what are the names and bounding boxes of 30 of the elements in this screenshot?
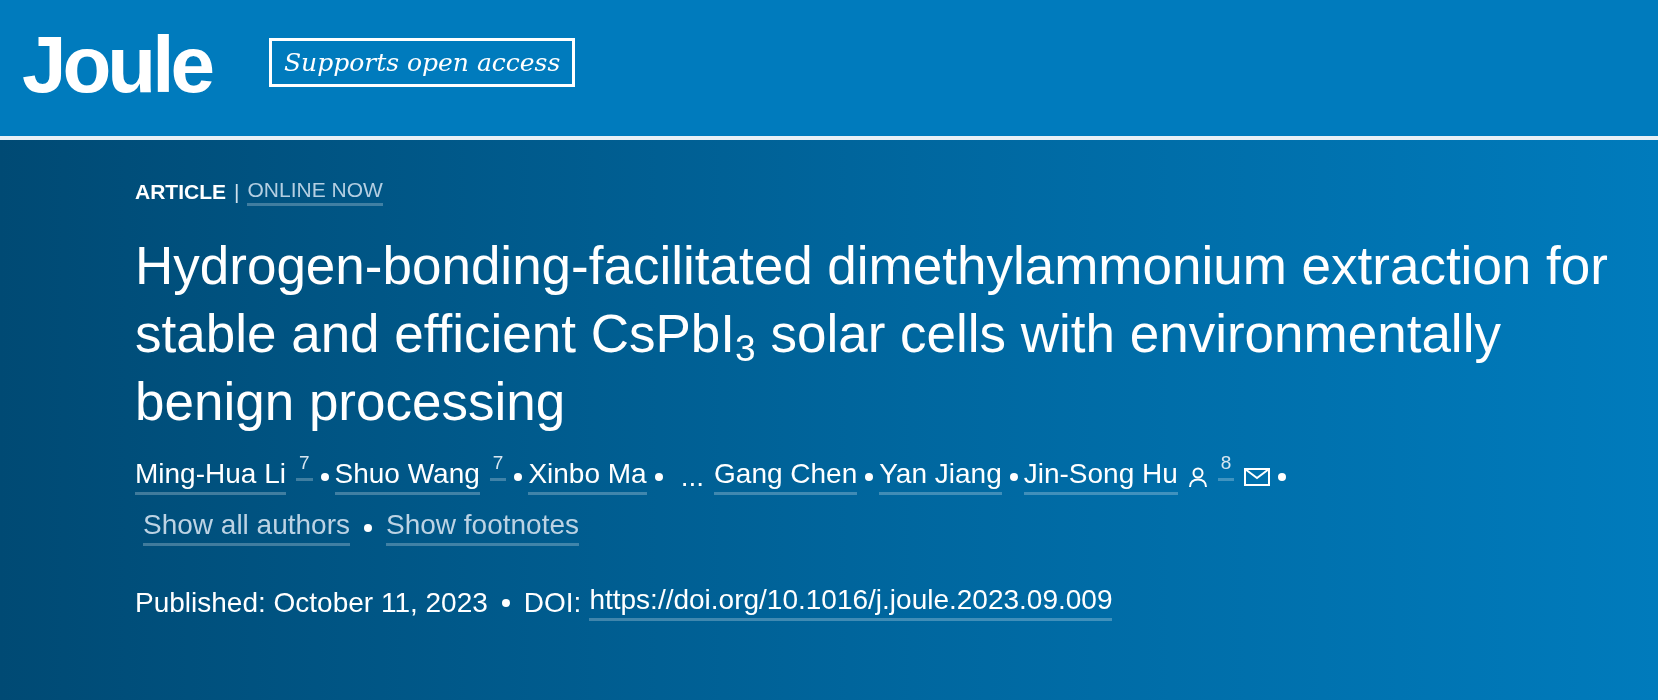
bullet-icon	[1278, 472, 1287, 481]
published-date: Published: October 11, 2023	[135, 586, 488, 619]
show-link[interactable]: Show footnotes	[386, 509, 580, 546]
bullet-icon	[1009, 472, 1018, 481]
author-link[interactable]: Yan Jiang	[879, 458, 1002, 495]
bullet-icon	[654, 472, 663, 481]
journal-logo[interactable]: Joule	[22, 25, 211, 105]
doi-label: DOI:	[523, 586, 582, 619]
show-link[interactable]: Show all authors	[143, 509, 350, 546]
footnote-link[interactable]: 8	[1217, 452, 1235, 481]
article-title: Hydrogen-bonding-facilitated dimethylammonium extraction for stable and efficient CsPbI$_{3}$ solar cells with environmentally benign processing	[135, 235, 1609, 433]
author-link[interactable]: Xinbo Ma	[528, 458, 647, 495]
author-link[interactable]: Jin-Song Hu	[1023, 458, 1178, 495]
bullet-icon	[320, 472, 329, 481]
bullet-icon	[514, 472, 523, 481]
bullet-icon	[501, 598, 510, 607]
bullet-icon	[364, 523, 372, 532]
open-access-label: Supports open access	[268, 37, 576, 87]
doi-link[interactable]: https://doi.org/10.1016/j.joule.2023.09.009	[589, 584, 1113, 621]
author-link[interactable]: Gang Chen	[714, 458, 858, 495]
ellipsis: ...	[680, 460, 705, 493]
bullet-icon	[865, 472, 874, 481]
status-link[interactable]: ONLINE NOW	[247, 178, 383, 206]
footnote-link[interactable]: 7	[295, 452, 313, 481]
separator: |	[234, 180, 240, 204]
footnote-link[interactable]: 7	[489, 452, 507, 481]
email-icon[interactable]	[1244, 467, 1271, 486]
article-type: ARTICLE	[135, 180, 226, 204]
author-link[interactable]: Ming-Hua Li	[135, 458, 286, 495]
author-link[interactable]: Shuo Wang	[334, 458, 480, 495]
